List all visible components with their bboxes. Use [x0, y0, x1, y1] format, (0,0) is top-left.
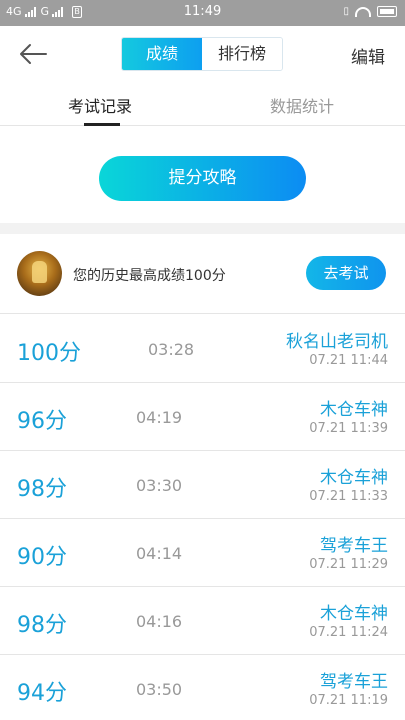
- list-item[interactable]: 90分 04:14 驾考车王 07.21 11:29: [0, 519, 405, 587]
- record-title: 木仓车神: [320, 400, 388, 420]
- record-score: 98分: [17, 613, 67, 638]
- edit-button[interactable]: 编辑: [351, 43, 385, 68]
- avatar: [17, 251, 62, 296]
- record-title: 秋名山老司机: [286, 332, 388, 352]
- record-date: 07.21 11:24: [309, 625, 388, 640]
- record-duration: 03:28: [148, 340, 195, 359]
- list-item[interactable]: 98分 04:16 木仓车神 07.21 11:24: [0, 587, 405, 655]
- record-title: 木仓车神: [320, 468, 388, 488]
- best-score-text: 您的历史最高成绩100分: [73, 268, 226, 284]
- list-item[interactable]: 100分 03:28 秋名山老司机 07.21 11:44: [0, 315, 405, 383]
- record-title: 驾考车王: [320, 672, 388, 692]
- status-bar: 4G G B 11:49 ▯: [0, 0, 405, 26]
- record-score: 96分: [17, 409, 67, 434]
- list-item[interactable]: 96分 04:19 木仓车神 07.21 11:39: [0, 383, 405, 451]
- header: 成绩 排行榜 编辑: [0, 26, 405, 82]
- battery-icon: [377, 6, 397, 17]
- record-date: 07.21 11:33: [309, 489, 388, 504]
- best-score-row: 您的历史最高成绩100分 去考试: [0, 234, 405, 314]
- segment-control: 成绩 排行榜: [121, 37, 283, 71]
- take-exam-button[interactable]: 去考试: [306, 256, 386, 290]
- record-duration: 04:16: [136, 612, 183, 631]
- tips-button[interactable]: 提分攻略: [99, 156, 306, 201]
- record-date: 07.21 11:44: [309, 353, 388, 368]
- record-date: 07.21 11:19: [309, 693, 388, 708]
- tab-statistics[interactable]: 数据统计: [270, 93, 334, 117]
- record-duration: 03:50: [136, 680, 183, 699]
- record-title: 木仓车神: [320, 604, 388, 624]
- record-date: 07.21 11:29: [309, 557, 388, 572]
- tab-bar: 考试记录 数据统计: [0, 82, 405, 126]
- tab-exam-records[interactable]: 考试记录: [68, 93, 132, 117]
- back-arrow-icon[interactable]: [18, 42, 48, 66]
- record-duration: 04:19: [136, 408, 183, 427]
- list-item[interactable]: 98分 03:30 木仓车神 07.21 11:33: [0, 451, 405, 519]
- list-item[interactable]: 94分 03:50 驾考车王 07.21 11:19: [0, 655, 405, 720]
- record-score: 90分: [17, 545, 67, 570]
- status-icons: ▯: [343, 6, 397, 17]
- record-score: 100分: [17, 341, 81, 366]
- segment-scores[interactable]: 成绩: [122, 38, 202, 70]
- record-score: 94分: [17, 681, 67, 706]
- wifi-icon: [355, 6, 371, 17]
- vibrate-icon: ▯: [343, 6, 349, 17]
- active-tab-indicator: [84, 123, 120, 126]
- section-divider: [0, 223, 405, 234]
- record-date: 07.21 11:39: [309, 421, 388, 436]
- record-duration: 04:14: [136, 544, 183, 563]
- segment-leaderboard[interactable]: 排行榜: [202, 38, 282, 70]
- record-score: 98分: [17, 477, 67, 502]
- record-duration: 03:30: [136, 476, 183, 495]
- record-title: 驾考车王: [320, 536, 388, 556]
